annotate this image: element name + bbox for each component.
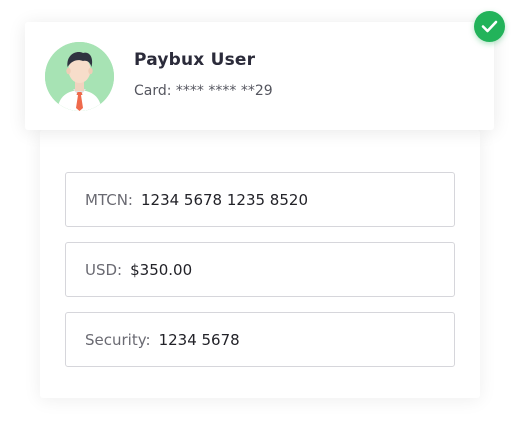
usd-value: $350.00 bbox=[130, 260, 193, 279]
payment-confirmation: MTCN: 1234 5678 1235 8520 USD: $350.00 S… bbox=[0, 0, 520, 427]
profile-card: Paybux User Card: **** **** **29 bbox=[25, 22, 494, 130]
avatar bbox=[45, 42, 114, 111]
user-avatar-icon bbox=[45, 42, 114, 111]
usd-label: USD: bbox=[85, 260, 123, 279]
card-label: Card: bbox=[134, 83, 172, 99]
user-name: Paybux User bbox=[134, 50, 256, 70]
mtcn-value: 1234 5678 1235 8520 bbox=[140, 190, 308, 209]
mtcn-field[interactable]: MTCN: 1234 5678 1235 8520 bbox=[65, 172, 455, 227]
card-value: **** **** **29 bbox=[175, 83, 273, 99]
check-icon bbox=[481, 20, 498, 33]
success-badge bbox=[474, 11, 505, 42]
security-value: 1234 5678 bbox=[158, 330, 240, 349]
usd-field[interactable]: USD: $350.00 bbox=[65, 242, 455, 297]
card-number: Card: **** **** **29 bbox=[134, 83, 273, 99]
details-card: MTCN: 1234 5678 1235 8520 USD: $350.00 S… bbox=[40, 130, 480, 398]
security-field[interactable]: Security: 1234 5678 bbox=[65, 312, 455, 367]
security-label: Security: bbox=[85, 330, 151, 349]
mtcn-label: MTCN: bbox=[85, 190, 133, 209]
